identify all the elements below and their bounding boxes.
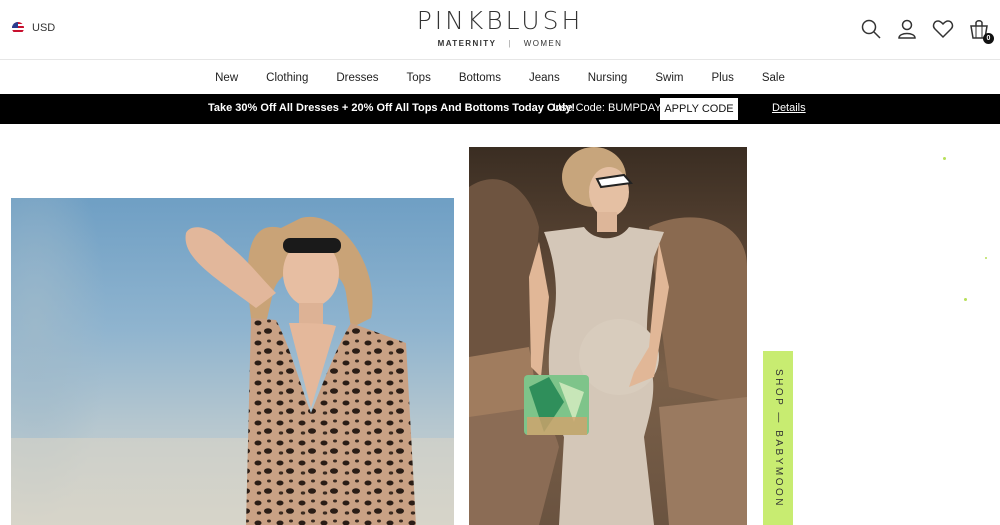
hero-image-leopard-dress[interactable]	[11, 198, 454, 525]
apply-code-button[interactable]: APPLY CODE	[660, 98, 738, 120]
main-nav: New Clothing Dresses Tops Bottoms Jeans …	[0, 61, 1000, 94]
nav-item-plus[interactable]: Plus	[697, 72, 747, 84]
bag-icon[interactable]: 0	[968, 18, 994, 44]
side-tab-label: SHOP — BABYMOON	[772, 368, 784, 508]
nav-item-bottoms[interactable]: Bottoms	[445, 72, 515, 84]
promo-text: Take 30% Off All Dresses + 20% Off All T…	[208, 102, 576, 114]
nav-item-nursing[interactable]: Nursing	[574, 72, 642, 84]
header-icons: 0	[860, 18, 994, 44]
site-header: USD PINKBLUSH MATERNITY | WOMEN 0	[0, 0, 1000, 60]
sparkle-decoration	[943, 157, 946, 160]
sparkle-decoration	[985, 257, 987, 259]
nav-item-swim[interactable]: Swim	[641, 72, 697, 84]
account-icon[interactable]	[896, 18, 918, 40]
currency-label: USD	[32, 22, 56, 34]
nav-item-new[interactable]: New	[201, 72, 252, 84]
nav-item-tops[interactable]: Tops	[393, 72, 445, 84]
logo-separator: |	[508, 39, 512, 48]
nav-item-clothing[interactable]: Clothing	[252, 72, 322, 84]
site-logo[interactable]: PINKBLUSH MATERNITY | WOMEN	[390, 6, 610, 48]
logo-women: WOMEN	[523, 39, 563, 48]
logo-wordmark: PINKBLUSH	[416, 6, 584, 35]
search-icon[interactable]	[860, 18, 882, 40]
logo-subline: MATERNITY | WOMEN	[390, 39, 610, 48]
currency-selector[interactable]: USD	[12, 22, 55, 34]
promo-code-label: Use Code: BUMPDAY	[553, 102, 662, 114]
nav-item-jeans[interactable]: Jeans	[515, 72, 574, 84]
nav-item-dresses[interactable]: Dresses	[322, 72, 392, 84]
leopard-dress-photo	[11, 198, 454, 525]
promo-details-link[interactable]: Details	[772, 102, 806, 114]
nav-item-sale[interactable]: Sale	[748, 72, 799, 84]
bag-count-badge: 0	[983, 33, 994, 44]
hero-image-beige-dress[interactable]	[469, 147, 747, 525]
us-flag-icon	[12, 22, 24, 34]
logo-maternity: MATERNITY	[437, 39, 497, 48]
sparkle-decoration	[964, 298, 967, 301]
beige-dress-photo	[469, 147, 747, 525]
nav-list: New Clothing Dresses Tops Bottoms Jeans …	[201, 72, 799, 84]
shop-babymoon-tab[interactable]: SHOP — BABYMOON	[763, 351, 793, 525]
wishlist-icon[interactable]	[932, 18, 954, 40]
promo-banner: Take 30% Off All Dresses + 20% Off All T…	[0, 94, 1000, 124]
